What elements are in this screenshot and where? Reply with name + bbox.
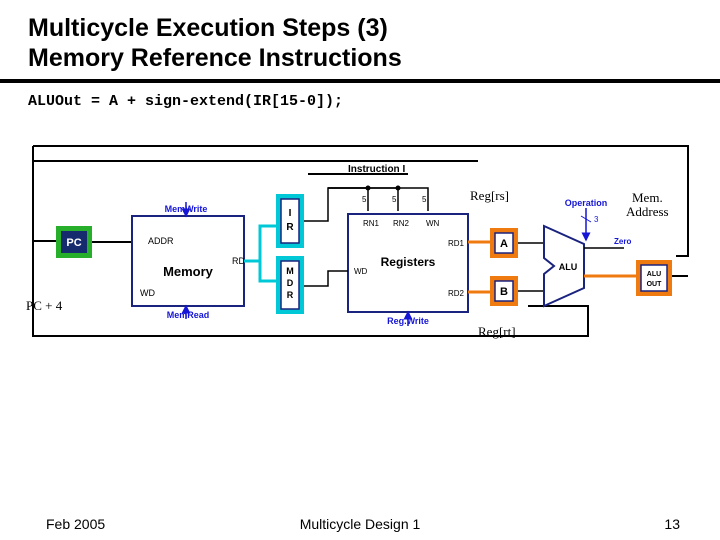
footer-right: 13 xyxy=(664,516,680,532)
slide-title: Multicycle Execution Steps (3) Memory Re… xyxy=(28,14,692,73)
wd-label: WD xyxy=(140,288,155,298)
svg-text:3: 3 xyxy=(594,215,599,224)
svg-text:I: I xyxy=(289,208,292,219)
mem-addr-l2: Address xyxy=(626,204,669,220)
rd-label: RD xyxy=(232,256,245,266)
svg-text:R: R xyxy=(286,222,294,233)
svg-text:B: B xyxy=(500,286,508,298)
svg-text:A: A xyxy=(500,238,508,250)
svg-text:RN2: RN2 xyxy=(393,219,410,228)
memory-label: Memory xyxy=(163,264,214,279)
svg-text:OUT: OUT xyxy=(647,281,663,288)
memread-label: MemRead xyxy=(167,310,210,320)
reg-rs-label: Reg[rs] xyxy=(470,188,509,204)
operation-label: Operation xyxy=(565,198,608,208)
registers-label: Registers xyxy=(381,255,436,269)
svg-text:M: M xyxy=(286,266,294,276)
instruction-i: Instruction I xyxy=(348,164,405,175)
datapath-diagram: PC ADDR RD WD Memory MemWrite MemRead I … xyxy=(28,116,692,376)
footer-center: Multicycle Design 1 xyxy=(0,516,720,532)
svg-text:D: D xyxy=(287,278,294,288)
addr-label: ADDR xyxy=(148,236,174,246)
title-divider xyxy=(0,79,720,83)
svg-text:ALU: ALU xyxy=(559,262,578,272)
svg-text:WD: WD xyxy=(354,267,368,276)
svg-text:RN1: RN1 xyxy=(363,219,380,228)
svg-text:RD2: RD2 xyxy=(448,289,465,298)
svg-text:5: 5 xyxy=(362,195,367,204)
pc4-label: PC + 4 xyxy=(26,298,62,314)
svg-text:5: 5 xyxy=(392,195,397,204)
svg-text:ALU: ALU xyxy=(647,271,661,278)
diagram-svg: PC ADDR RD WD Memory MemWrite MemRead I … xyxy=(28,116,692,376)
title-line-2: Memory Reference Instructions xyxy=(28,44,402,72)
title-line-1: Multicycle Execution Steps (3) xyxy=(28,14,388,42)
code-line: ALUOut = A + sign-extend(IR[15-0]); xyxy=(28,93,692,110)
svg-text:RD1: RD1 xyxy=(448,239,465,248)
pc-label: PC xyxy=(66,237,81,249)
svg-text:5: 5 xyxy=(422,195,427,204)
svg-text:R: R xyxy=(287,290,294,300)
svg-text:WN: WN xyxy=(426,219,440,228)
reg-rt-label: Reg[rt] xyxy=(478,324,516,340)
svg-text:Zero: Zero xyxy=(614,237,631,246)
